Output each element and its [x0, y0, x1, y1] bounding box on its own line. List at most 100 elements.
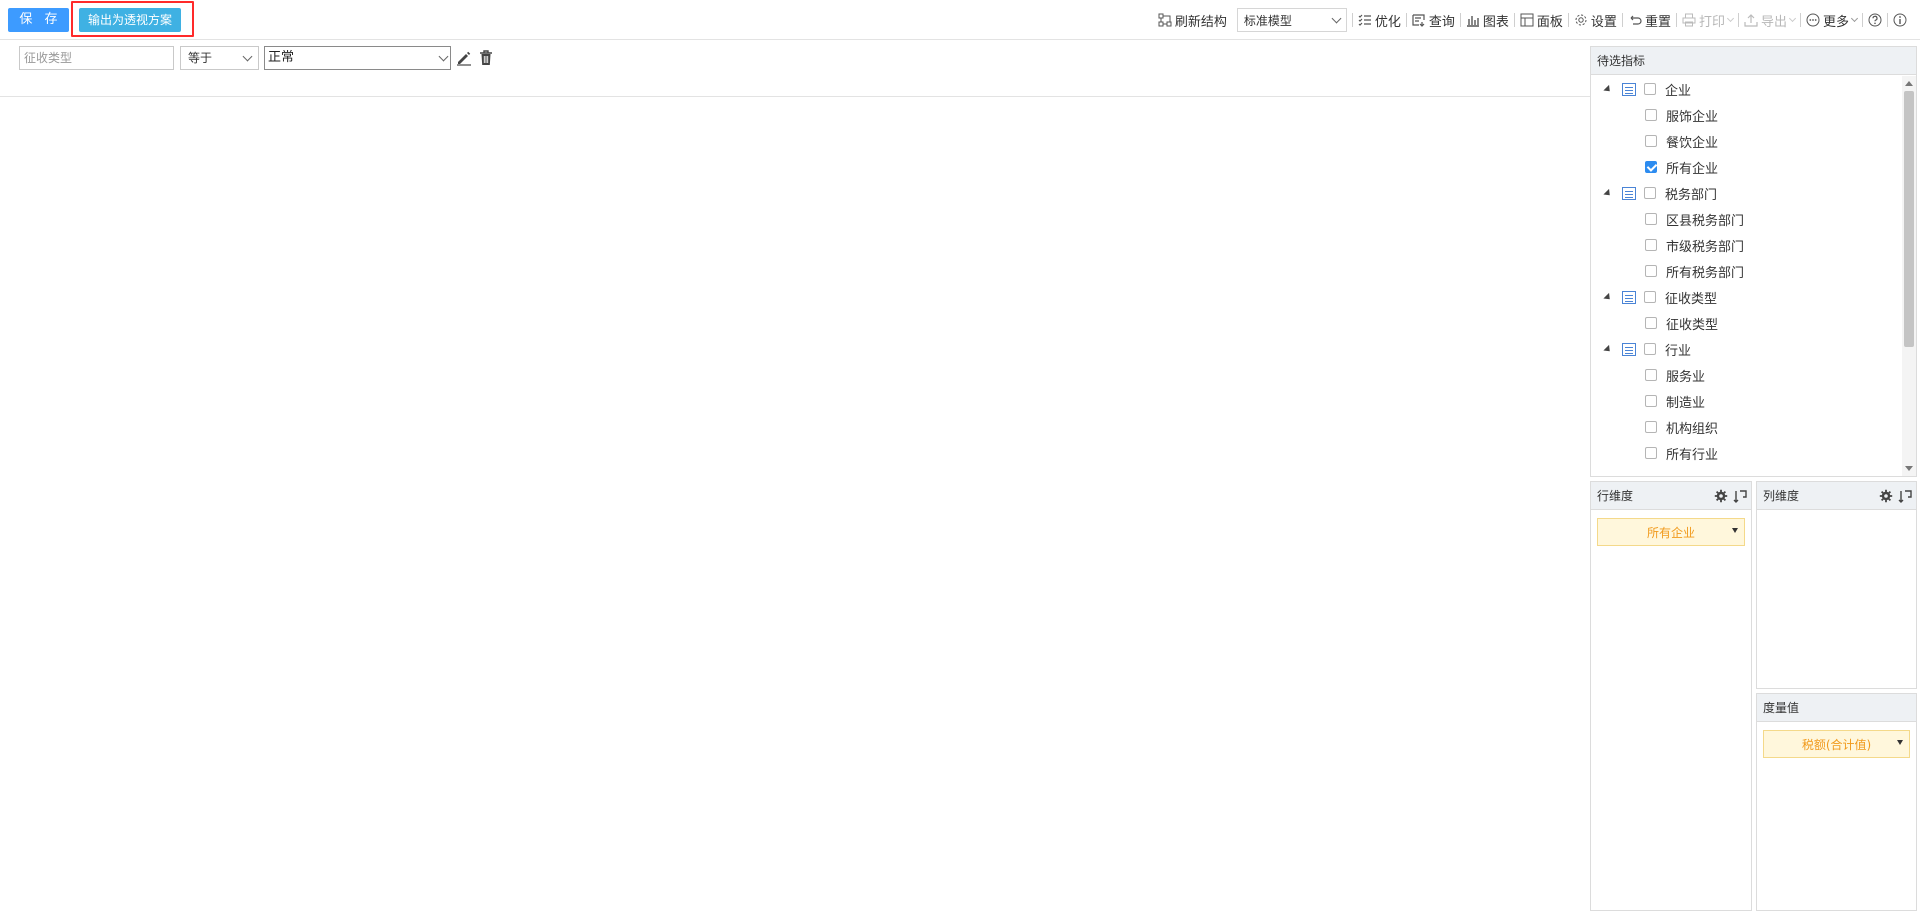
tree-group-label: 行业	[1665, 343, 1692, 359]
row-dimension-title: 行维度	[1597, 488, 1634, 503]
chevron-down-icon	[1331, 13, 1342, 23]
expand-arrow-icon[interactable]	[1603, 344, 1613, 354]
sort-icon[interactable]	[1898, 489, 1912, 503]
tree-checkbox[interactable]	[1645, 395, 1657, 407]
column-dimension-zone[interactable]: 列维度	[1756, 481, 1917, 689]
tree-group-row[interactable]: 企业	[1591, 76, 1902, 102]
optimize-button[interactable]: 优化	[1353, 11, 1406, 30]
tree-checkbox[interactable]	[1645, 317, 1657, 329]
tree-checkbox[interactable]	[1645, 421, 1657, 433]
tree-item-row[interactable]: 所有行业	[1591, 440, 1902, 466]
filter-field-input[interactable]: 征收类型	[19, 46, 174, 70]
print-button[interactable]: 打印	[1677, 11, 1738, 30]
tree-scrollbar[interactable]	[1902, 76, 1916, 476]
dropdown-arrow-icon[interactable]	[1732, 528, 1738, 533]
scroll-down-arrow-icon[interactable]	[1905, 466, 1913, 471]
tree-item-row[interactable]: 征收类型	[1591, 310, 1902, 336]
scroll-up-arrow-icon[interactable]	[1905, 81, 1913, 86]
tree-item-row[interactable]: 机构组织	[1591, 414, 1902, 440]
chart-button[interactable]: 图表	[1461, 11, 1514, 30]
panel-button[interactable]: 面板	[1515, 11, 1568, 30]
chevron-down-icon	[1788, 14, 1797, 23]
export-pivot-button[interactable]: 输出为透视方案	[79, 8, 181, 32]
pencil-icon[interactable]	[455, 49, 473, 67]
tree-checkbox[interactable]	[1645, 265, 1657, 277]
tree-group-row[interactable]: 税务部门	[1591, 180, 1902, 206]
measure-item-label: 税额(合计值)	[1801, 737, 1872, 752]
tree-item-row[interactable]: 区县税务部门	[1591, 206, 1902, 232]
row-dimension-zone[interactable]: 行维度 所有企业	[1590, 481, 1752, 911]
row-dimension-item[interactable]: 所有企业	[1597, 518, 1745, 546]
scroll-thumb[interactable]	[1904, 91, 1914, 347]
tree-group-row[interactable]: 行业	[1591, 336, 1902, 362]
tree-item-label: 所有行业	[1666, 447, 1719, 463]
refresh-structure-button[interactable]: 刷新结构	[1153, 11, 1232, 30]
tree-item-row[interactable]: 服务业	[1591, 362, 1902, 388]
tree-checkbox[interactable]	[1645, 369, 1657, 381]
tree-item-row[interactable]: 制造业	[1591, 388, 1902, 414]
help-icon	[1868, 13, 1882, 27]
layout-icon	[1520, 13, 1534, 27]
measure-item[interactable]: 税额(合计值)	[1763, 730, 1910, 758]
table-icon	[1622, 186, 1636, 200]
tree-checkbox[interactable]	[1645, 213, 1657, 225]
tree-item-row[interactable]: 所有税务部门	[1591, 258, 1902, 284]
candidate-metrics-title: 待选指标	[1597, 53, 1646, 68]
print-label: 打印	[1698, 14, 1725, 30]
help-button[interactable]	[1863, 13, 1887, 27]
tree-item-label: 制造业	[1666, 395, 1706, 411]
tree-checkbox[interactable]	[1644, 83, 1656, 95]
tree-group-label: 征收类型	[1665, 291, 1718, 307]
model-select[interactable]: 标准模型	[1236, 8, 1347, 32]
tree-item-label: 餐饮企业	[1666, 135, 1719, 151]
bar-chart-icon	[1466, 16, 1479, 27]
more-icon	[1806, 13, 1820, 27]
tree-checkbox[interactable]	[1644, 187, 1656, 199]
tree-checkbox[interactable]	[1645, 109, 1657, 121]
save-button[interactable]: 保 存	[8, 8, 69, 32]
reset-button[interactable]: 重置	[1623, 11, 1676, 30]
tree-checkbox[interactable]	[1645, 161, 1657, 173]
tree-checkbox[interactable]	[1645, 135, 1657, 147]
tree-item-label: 所有企业	[1666, 161, 1719, 177]
filter-value-select[interactable]: 正常	[264, 46, 451, 70]
table-icon	[1622, 82, 1636, 96]
sort-icon[interactable]	[1733, 489, 1747, 503]
tree-item-label: 机构组织	[1666, 421, 1719, 437]
tree-item-row[interactable]: 服饰企业	[1591, 102, 1902, 128]
tree-checkbox[interactable]	[1644, 291, 1656, 303]
tree-item-label: 市级税务部门	[1666, 239, 1745, 255]
query-icon	[1412, 14, 1425, 27]
query-button[interactable]: 查询	[1407, 11, 1460, 30]
trash-icon[interactable]	[477, 49, 495, 67]
export-button[interactable]: 导出	[1739, 11, 1800, 30]
tree-item-label: 服饰企业	[1666, 109, 1719, 125]
chevron-down-icon	[1726, 14, 1735, 23]
expand-arrow-icon[interactable]	[1603, 188, 1613, 198]
measures-zone[interactable]: 度量值 税额(合计值)	[1756, 693, 1917, 911]
tree-item-row[interactable]: 所有企业	[1591, 154, 1902, 180]
tree-group-row[interactable]: 征收类型	[1591, 284, 1902, 310]
info-button[interactable]	[1888, 13, 1912, 27]
tree-checkbox[interactable]	[1644, 343, 1656, 355]
gear-icon[interactable]	[1714, 489, 1728, 503]
gear-icon[interactable]	[1879, 489, 1893, 503]
toolbar-actions: 刷新结构 标准模型 优化 查询 图表 面板 设置 重置 打印 导出 更多	[1153, 6, 1920, 34]
column-dimension-title: 列维度	[1763, 488, 1800, 503]
expand-arrow-icon[interactable]	[1603, 292, 1613, 302]
filter-value: 正常	[268, 50, 295, 65]
tree-item-row[interactable]: 市级税务部门	[1591, 232, 1902, 258]
tree-checkbox[interactable]	[1645, 239, 1657, 251]
tree-group-label: 企业	[1665, 83, 1692, 99]
expand-arrow-icon[interactable]	[1603, 84, 1613, 94]
upload-icon	[1744, 14, 1758, 27]
tree-checkbox[interactable]	[1645, 447, 1657, 459]
table-icon	[1622, 342, 1636, 356]
more-button[interactable]: 更多	[1801, 11, 1862, 30]
query-label: 查询	[1428, 14, 1455, 30]
tree-item-row[interactable]: 餐饮企业	[1591, 128, 1902, 154]
settings-button[interactable]: 设置	[1569, 11, 1622, 30]
list-check-icon	[1358, 14, 1371, 26]
dropdown-arrow-icon[interactable]	[1897, 740, 1903, 745]
filter-operator-select[interactable]: 等于	[180, 46, 259, 70]
